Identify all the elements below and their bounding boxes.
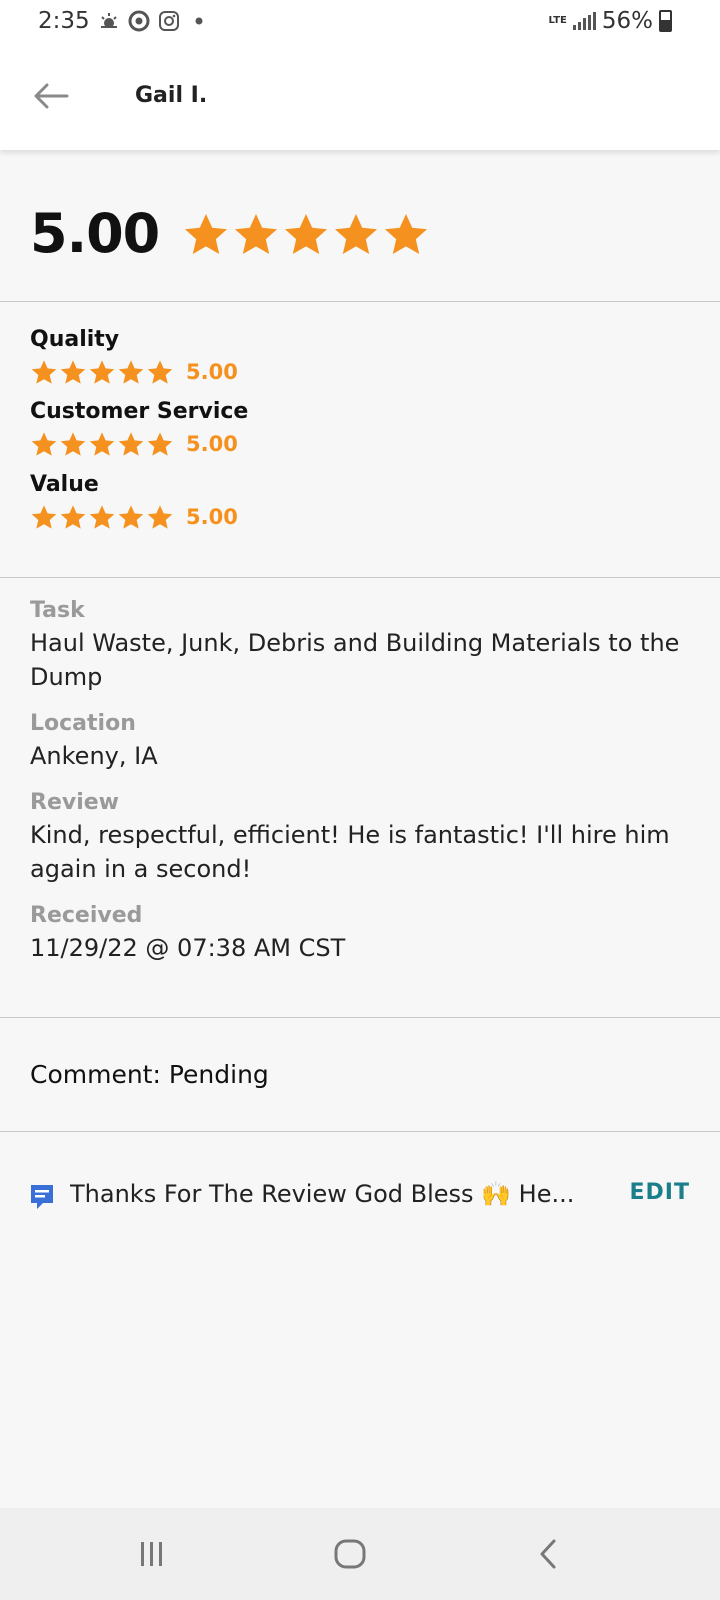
star-icon [60, 505, 86, 529]
category-label: Value [30, 472, 99, 497]
star-icon [31, 432, 57, 456]
category-label: Quality [30, 327, 120, 352]
star-icon [147, 432, 173, 456]
recents-button[interactable] [122, 1530, 182, 1578]
reply-row[interactable]: Thanks For The Review God Bless 🙌 He... … [0, 1160, 720, 1230]
star-icon [118, 505, 144, 529]
category-star-rating [30, 503, 174, 531]
home-button[interactable] [320, 1530, 380, 1578]
comment-status: Comment: Pending [30, 1060, 269, 1089]
weather-icon [98, 10, 120, 32]
star-icon [31, 360, 57, 384]
star-icon [31, 505, 57, 529]
review-details-section: Task Haul Waste, Junk, Debris and Buildi… [0, 578, 720, 1018]
category-value: 5.00 [186, 505, 238, 529]
overall-star-rating [182, 210, 430, 258]
task-value-line2: Dump [30, 663, 103, 691]
signal-icon [572, 12, 596, 30]
star-icon [185, 214, 227, 254]
received-value: 11/29/22 @ 07:38 AM CST [30, 934, 346, 962]
home-icon [334, 1539, 366, 1569]
category-customer-service: Customer Service 5.00 [30, 399, 248, 458]
star-icon [147, 505, 173, 529]
battery-icon [659, 10, 672, 32]
category-star-rating [30, 358, 174, 386]
task-value-line1: Haul Waste, Junk, Debris and Building Ma… [30, 629, 680, 657]
location-value: Ankeny, IA [30, 742, 158, 770]
star-icon [147, 360, 173, 384]
edit-reply-button[interactable]: EDIT [630, 1180, 690, 1205]
review-value-line1: Kind, respectful, efficient! He is fanta… [30, 821, 670, 849]
received-label: Received [30, 903, 143, 928]
notification-dot-icon [188, 10, 210, 32]
status-time: 2:35 [38, 8, 90, 34]
star-icon [335, 214, 377, 254]
star-icon [89, 432, 115, 456]
comment-status-section: Comment: Pending [0, 1018, 720, 1132]
arrow-left-icon [34, 83, 69, 109]
reply-text: Thanks For The Review God Bless 🙌 He... [70, 1180, 575, 1208]
category-quality: Quality 5.00 [30, 327, 238, 386]
star-icon [285, 214, 327, 254]
review-value-line2: again in a second! [30, 855, 252, 883]
task-label: Task [30, 598, 85, 623]
status-notification-icons [98, 10, 210, 32]
network-type: LTE [548, 15, 567, 26]
category-label: Customer Service [30, 399, 249, 424]
review-label: Review [30, 790, 119, 815]
star-icon [60, 432, 86, 456]
status-system-icons: LTE 56% [548, 8, 672, 34]
location-field: Location Ankeny, IA [30, 711, 720, 774]
star-icon [89, 505, 115, 529]
battery-percent: 56% [601, 8, 653, 34]
star-icon [89, 360, 115, 384]
category-ratings-section: Quality 5.00 Customer Service 5.00 Value… [0, 302, 720, 578]
category-value: 5.00 [186, 432, 238, 456]
page-title: Gail I. [135, 83, 208, 108]
category-value: 5.00 [186, 360, 238, 384]
instagram-icon [158, 10, 180, 32]
recents-icon [141, 1542, 162, 1566]
category-value-rating: Value 5.00 [30, 472, 238, 531]
received-field: Received 11/29/22 @ 07:38 AM CST [30, 903, 720, 966]
app-bar: Gail I. [0, 46, 720, 150]
star-icon [235, 214, 277, 254]
overall-rating-value: 5.00 [30, 202, 160, 265]
review-field: Review Kind, respectful, efficient! He i… [30, 790, 720, 887]
star-icon [118, 432, 144, 456]
system-nav-bar [0, 1508, 720, 1600]
location-label: Location [30, 711, 136, 736]
back-icon [540, 1539, 556, 1569]
star-icon [118, 360, 144, 384]
comment-icon [31, 1185, 53, 1209]
overall-rating-section: 5.00 [0, 150, 720, 302]
back-button[interactable] [26, 74, 76, 118]
category-star-rating [30, 430, 174, 458]
star-icon [60, 360, 86, 384]
chrome-icon [128, 10, 150, 32]
status-bar: 2:35 LTE 56% [0, 0, 720, 46]
task-field: Task Haul Waste, Junk, Debris and Buildi… [30, 598, 720, 695]
star-icon [385, 214, 427, 254]
nav-back-button[interactable] [518, 1530, 578, 1578]
